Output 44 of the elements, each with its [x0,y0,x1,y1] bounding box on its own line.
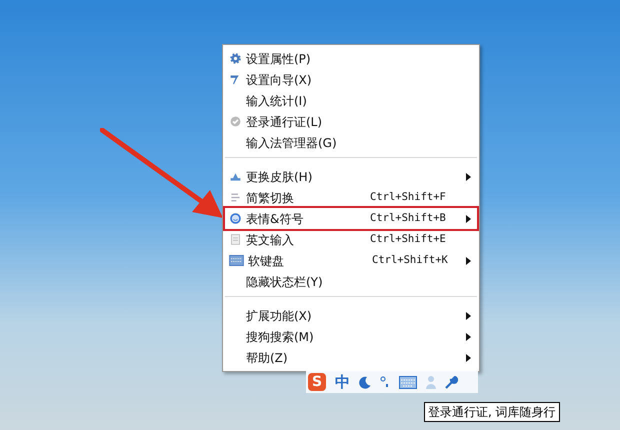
menu-item[interactable]: 表情&符号 Ctrl+Shift+B [225,208,477,229]
document-icon [229,233,242,246]
menu-item-label: 帮助(Z) [246,350,289,366]
menu-item[interactable]: 帮助(Z) [225,347,477,368]
menu-item-label: 表情&符号 [246,210,304,228]
menu-item-label: 扩展功能(X) [246,308,313,324]
badge-icon [229,115,242,128]
shortcut-text: Ctrl+Shift+K [372,252,448,268]
menu-item[interactable]: 登录通行证(L) [225,111,477,132]
menu-item-label: 软键盘 [248,252,285,270]
logo[interactable]: S [308,373,326,391]
menu-item[interactable]: 设置向导(X) [225,69,477,90]
menu-item-label: 简繁切换 [246,190,295,206]
menu-item-label: 设置属性(P) [246,50,312,68]
menu-item[interactable]: 更换皮肤(H) [225,166,477,187]
menu-item[interactable]: 英文输入 Ctrl+Shift+E [225,229,477,250]
arrow-icon [100,128,225,220]
punctuation-icon[interactable] [380,376,390,388]
menu-item-label: 隐藏状态栏(Y) [246,274,324,290]
menu-item[interactable]: 扩展功能(X) [225,305,477,326]
menu-item-label: 英文输入 [246,232,295,248]
gear-icon [229,52,242,65]
moon-icon[interactable] [359,376,371,388]
menu-item[interactable]: 输入法管理器(G) [225,132,477,153]
menu-item-label: 输入统计(I) [246,92,308,110]
shortcut-text: Ctrl+Shift+E [370,232,446,247]
menu-item-label: 更换皮肤(H) [246,168,314,186]
menu-item-label: 设置向导(X) [246,72,313,88]
menu-item[interactable]: 简繁切换 Ctrl+Shift+F [225,187,477,208]
smile-icon [229,212,242,225]
tooltip: 登录通行证, 词库随身行 [424,402,560,422]
keyboard-icon[interactable] [399,376,417,388]
menu-item-label: 登录通行证(L) [246,114,324,130]
keyboard-icon [229,255,244,266]
menu-item[interactable]: 输入统计(I) [225,90,477,111]
menu-item-label: 搜狗搜索(M) [246,328,315,346]
menu-item[interactable]: 设置属性(P) [225,48,477,69]
menu-item[interactable]: 搜狗搜索(M) [225,326,477,347]
menu-item[interactable]: 软键盘 Ctrl+Shift+K [225,250,477,271]
menu-item-label: 输入法管理器(G) [246,134,338,152]
shortcut-text: Ctrl+Shift+B [370,210,446,226]
mode-toggle[interactable]: 中 [335,374,350,390]
shortcut-text: Ctrl+Shift+F [370,190,446,205]
menu-item[interactable]: 隐藏状态栏(Y) [225,271,477,292]
